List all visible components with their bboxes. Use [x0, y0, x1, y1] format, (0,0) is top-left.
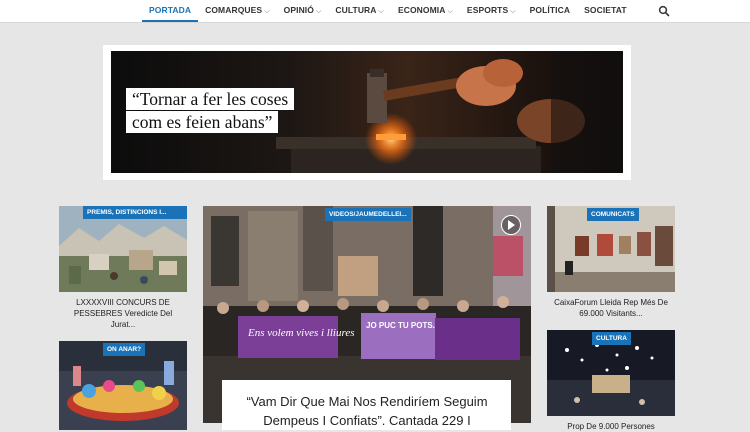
nav-item-cultura[interactable]: CULTURA ⌵ [328, 0, 391, 20]
nav-label: ECONOMIA [397, 5, 446, 15]
article-title[interactable]: CaixaForum Lleida Rep Més De 69.000 Visi… [547, 297, 675, 319]
nav-item-comarques[interactable]: COMARQUES ⌵ [198, 0, 277, 20]
title-line: “Vam Dir Que Mai Nos Rendiríem Seguim [246, 394, 488, 409]
search-icon[interactable] [658, 4, 670, 17]
title-line: Dempeus I Confiats”. Cantada 229 I [263, 413, 471, 428]
video-play-icon[interactable] [501, 215, 521, 235]
title-line: LXXXXVIII CONCURS DE [76, 298, 170, 307]
protest-banner-text: Ens volem vives i lliures [247, 327, 355, 339]
nav-label: POLÍTICA [529, 5, 571, 15]
title-line: CaixaForum Lleida Rep Més De [554, 298, 668, 307]
nav-item-portada[interactable]: PORTADA [142, 0, 199, 22]
category-tag[interactable]: VIDEOS/JAUMEDELLEI... [325, 208, 411, 221]
top-navigation: PORTADA COMARQUES ⌵ OPINIÓ ⌵ CULTURA ⌵ ECON… [0, 0, 750, 23]
nav-item-opinio[interactable]: OPINIÓ ⌵ [277, 0, 329, 20]
category-tag[interactable]: ON ANAR? [103, 343, 146, 356]
article-thumbnail[interactable]: CULTURA [547, 330, 675, 416]
article-title[interactable]: Prop De 9.000 Persones [547, 421, 675, 432]
featured-title-box[interactable]: “Vam Dir Que Mai Nos Rendiríem Seguim De… [222, 380, 511, 430]
featured-title: “Vam Dir Que Mai Nos Rendiríem Seguim De… [236, 392, 498, 430]
title-line: PESSEBRES Veredicte Del [73, 309, 173, 318]
banner-image: “Tornar a fer les coses com es feien aba… [111, 51, 623, 173]
category-tag[interactable]: PREMIS, DISTINCIONS I... [83, 206, 187, 219]
nav-label: PORTADA [149, 5, 192, 15]
article-thumbnail[interactable]: PREMIS, DISTINCIONS I... [59, 206, 187, 292]
nav-item-economia[interactable]: ECONOMIA ⌵ [391, 0, 460, 20]
article-thumbnail[interactable]: ON ANAR? [59, 341, 187, 430]
category-tag[interactable]: COMUNICATS [587, 208, 639, 221]
chevron-down-icon: ⌵ [510, 8, 516, 15]
category-tag[interactable]: CULTURA [592, 332, 631, 345]
article-title[interactable]: LXXXXVIII CONCURS DE PESSEBRES Veredicte… [59, 297, 187, 330]
title-line: Jurat... [110, 320, 136, 329]
chevron-down-icon: ⌵ [447, 8, 453, 15]
nav-label: CULTURA [335, 5, 377, 15]
quote-line: “Tornar a fer les coses [126, 88, 295, 110]
chevron-down-icon: ⌵ [264, 8, 270, 15]
advertisement-banner[interactable]: “Tornar a fer les coses com es feien aba… [103, 45, 631, 180]
title-line: 69.000 Visitants... [579, 309, 643, 318]
nav-item-esports[interactable]: ESPORTS ⌵ [460, 0, 523, 20]
nav-label: OPINIÓ [283, 5, 314, 15]
protest-banner [435, 318, 520, 360]
nav-menu: PORTADA COMARQUES ⌵ OPINIÓ ⌵ CULTURA ⌵ ECON… [142, 0, 634, 22]
chevron-down-icon: ⌵ [378, 8, 384, 15]
nav-label: SOCIETAT [584, 5, 627, 15]
protest-banner [361, 313, 436, 359]
quote-line: com es feien abans” [126, 111, 279, 133]
nav-item-societat[interactable]: SOCIETAT [577, 0, 634, 20]
banner-quote: “Tornar a fer les coses com es feien aba… [126, 88, 326, 134]
article-thumbnail[interactable]: COMUNICATS [547, 206, 675, 292]
chevron-down-icon: ⌵ [315, 8, 322, 15]
nav-label: COMARQUES [205, 5, 263, 15]
nav-item-politica[interactable]: POLÍTICA [523, 0, 577, 20]
nav-label: ESPORTS [466, 5, 509, 15]
